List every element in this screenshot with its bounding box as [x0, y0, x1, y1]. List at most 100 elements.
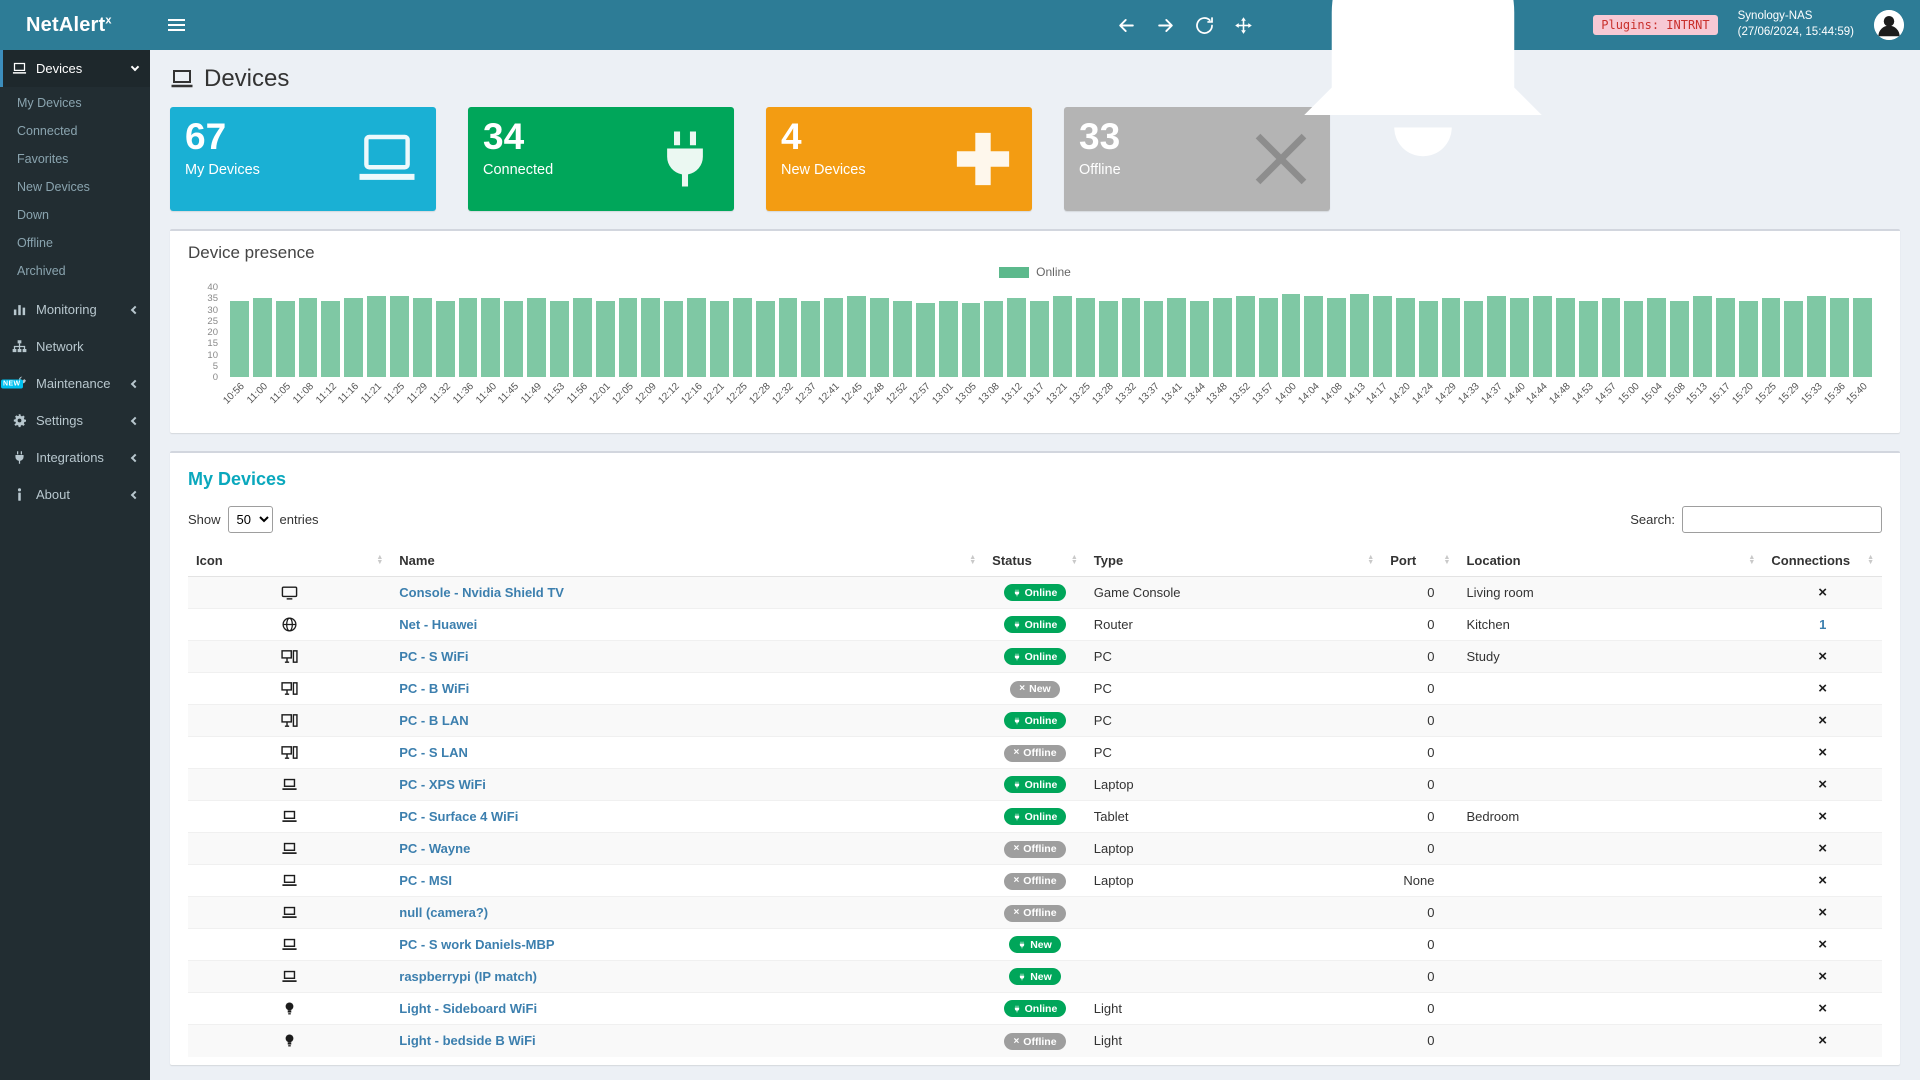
top-navbar: NetAlertx 15 Plugins: INTRNT Synology-NA… — [0, 0, 1920, 50]
sidebar-item-label: Devices — [36, 61, 82, 76]
sidebar-item-network[interactable]: Network — [0, 328, 150, 365]
stat-card-new-devices[interactable]: 4 New Devices — [766, 107, 1032, 211]
x-icon: × — [1818, 712, 1827, 729]
device-location — [1458, 993, 1763, 1025]
move-icon[interactable] — [1234, 16, 1253, 35]
status-badge: ×Offline — [1004, 873, 1065, 890]
page-size-select[interactable]: 50 — [228, 506, 273, 533]
chevron-left-icon — [131, 379, 139, 387]
refresh-icon[interactable] — [1195, 16, 1214, 35]
device-name-link[interactable]: Net - Huawei — [399, 617, 477, 632]
chart-bar — [299, 298, 318, 377]
presence-chart: 0510152025303540 10:5611:0011:0511:0811:… — [228, 287, 1874, 425]
x-icon: × — [1818, 872, 1827, 889]
device-name-link[interactable]: PC - MSI — [399, 873, 452, 888]
y-tick-label: 40 — [207, 283, 218, 293]
sidebar-toggle-button[interactable] — [162, 13, 191, 37]
column-header-type[interactable]: Type▲▼ — [1086, 545, 1382, 577]
sidebar-item-label: Maintenance — [36, 376, 110, 391]
network-icon — [12, 339, 27, 354]
device-name-link[interactable]: PC - S work Daniels-MBP — [399, 937, 554, 952]
chart-bar — [1007, 298, 1026, 377]
sidebar-subitem-connected[interactable]: Connected — [0, 117, 150, 145]
laptop-icon — [281, 808, 298, 825]
device-name-link[interactable]: PC - B LAN — [399, 713, 468, 728]
plus-icon — [950, 126, 1016, 192]
chart-bar — [1487, 296, 1506, 377]
stat-card-connected[interactable]: 34 Connected — [468, 107, 734, 211]
show-label: Show — [188, 512, 221, 527]
x-icon: × — [1019, 684, 1025, 694]
x-icon: × — [1818, 680, 1827, 697]
device-name-link[interactable]: PC - Surface 4 WiFi — [399, 809, 518, 824]
avatar[interactable] — [1874, 10, 1904, 40]
plug-icon — [1013, 781, 1021, 789]
device-connections: × — [1763, 897, 1882, 929]
column-header-connections[interactable]: Connections▲▼ — [1763, 545, 1882, 577]
sidebar-item-monitoring[interactable]: Monitoring — [0, 291, 150, 328]
chart-bar — [916, 303, 935, 377]
search-input[interactable] — [1682, 506, 1882, 533]
legend-swatch-online — [999, 267, 1029, 278]
status-badge: Online — [1004, 616, 1067, 633]
chart-bar — [1442, 298, 1461, 377]
device-name-link[interactable]: raspberrypi (IP match) — [399, 969, 537, 984]
sidebar-item-maintenance[interactable]: NEW Maintenance — [0, 365, 150, 402]
y-axis: 0510152025303540 — [192, 287, 222, 377]
y-tick-label: 5 — [213, 362, 218, 372]
chart-bar — [390, 296, 409, 377]
status-badge: Online — [1004, 712, 1067, 729]
desktop-icon — [281, 712, 298, 729]
device-port: 0 — [1382, 641, 1458, 673]
chart-bar — [1716, 298, 1735, 377]
device-name-link[interactable]: PC - S LAN — [399, 745, 468, 760]
plugins-status-badge[interactable]: Plugins: INTRNT — [1593, 15, 1717, 35]
bar-chart-icon — [12, 302, 27, 317]
device-name-link[interactable]: PC - B WiFi — [399, 681, 469, 696]
sidebar-subitem-new-devices[interactable]: New Devices — [0, 173, 150, 201]
device-name-link[interactable]: PC - S WiFi — [399, 649, 468, 664]
x-icon: × — [1013, 876, 1019, 886]
column-header-icon[interactable]: Icon▲▼ — [188, 545, 391, 577]
column-header-location[interactable]: Location▲▼ — [1458, 545, 1763, 577]
plug-icon — [12, 450, 27, 465]
sidebar-item-label: Network — [36, 339, 84, 354]
device-port: 0 — [1382, 769, 1458, 801]
chart-bar — [527, 298, 546, 377]
sidebar-item-about[interactable]: About — [0, 476, 150, 513]
sidebar-item-devices[interactable]: Devices — [0, 50, 150, 87]
sidebar-subitem-down[interactable]: Down — [0, 201, 150, 229]
device-name-link[interactable]: Light - bedside B WiFi — [399, 1033, 535, 1048]
forward-arrow-icon[interactable] — [1156, 16, 1175, 35]
x-icon: × — [1818, 968, 1827, 985]
sort-icon: ▲▼ — [1748, 556, 1755, 565]
device-name-link[interactable]: Light - Sideboard WiFi — [399, 1001, 537, 1016]
column-header-name[interactable]: Name▲▼ — [391, 545, 984, 577]
sidebar-item-integrations[interactable]: Integrations — [0, 439, 150, 476]
chart-bar — [870, 298, 889, 377]
connections-link[interactable]: 1 — [1819, 617, 1826, 632]
notifications-button[interactable]: 15 — [1273, 0, 1573, 175]
device-name-link[interactable]: PC - XPS WiFi — [399, 777, 486, 792]
new-release-badge: NEW — [1, 379, 23, 388]
sidebar-item-settings[interactable]: Settings — [0, 402, 150, 439]
sidebar-subitem-archived[interactable]: Archived — [0, 257, 150, 285]
stat-card-my-devices[interactable]: 67 My Devices — [170, 107, 436, 211]
device-name-link[interactable]: null (camera?) — [399, 905, 488, 920]
status-badge: Online — [1004, 584, 1067, 601]
device-name-link[interactable]: Console - Nvidia Shield TV — [399, 585, 564, 600]
app-logo[interactable]: NetAlertx — [0, 14, 150, 37]
device-name-link[interactable]: PC - Wayne — [399, 841, 470, 856]
table-row: PC - S work Daniels-MBP New 0 × — [188, 929, 1882, 961]
column-header-status[interactable]: Status▲▼ — [984, 545, 1086, 577]
device-port: None — [1382, 865, 1458, 897]
sidebar-subitem-favorites[interactable]: Favorites — [0, 145, 150, 173]
chart-bar — [573, 298, 592, 377]
sidebar-subitem-offline[interactable]: Offline — [0, 229, 150, 257]
chart-bar — [1144, 301, 1163, 378]
column-header-port[interactable]: Port▲▼ — [1382, 545, 1458, 577]
sidebar-item-label: Monitoring — [36, 302, 97, 317]
plug-icon — [1013, 589, 1021, 597]
back-arrow-icon[interactable] — [1117, 16, 1136, 35]
sidebar-subitem-my-devices[interactable]: My Devices — [0, 89, 150, 117]
